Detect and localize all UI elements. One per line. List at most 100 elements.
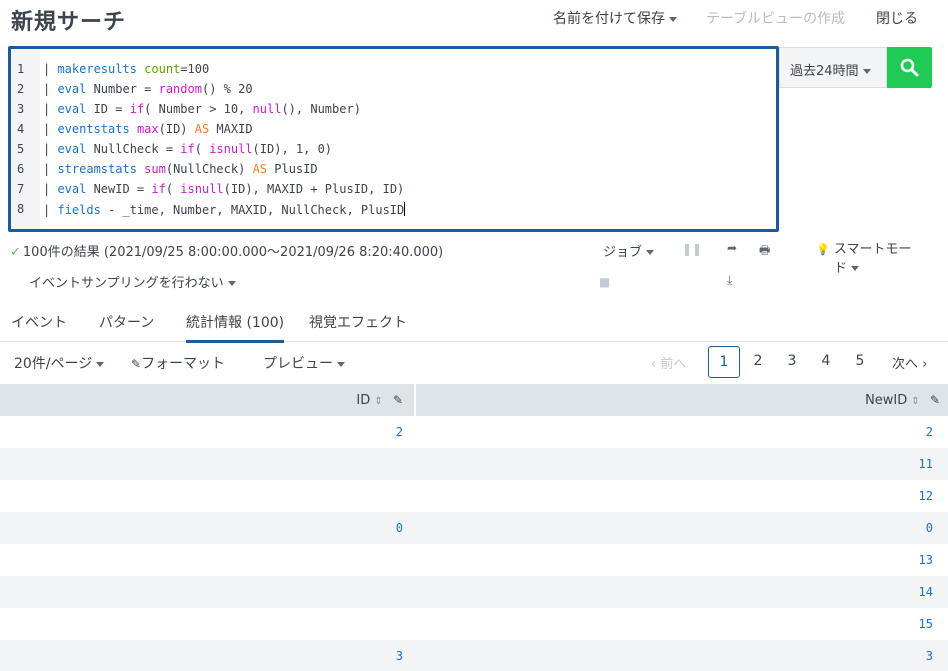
- cell-newid[interactable]: 13: [919, 544, 933, 576]
- code-token: (ID): [158, 122, 195, 136]
- caret-down-icon: [862, 69, 871, 74]
- cell-newid[interactable]: 2: [926, 416, 933, 448]
- per-page-label: 20件/ページ: [14, 356, 93, 372]
- code-token: (NullCheck): [165, 162, 253, 176]
- sort-icon[interactable]: ⇕: [911, 396, 919, 407]
- save-as-menu[interactable]: 名前を付けて保存: [553, 8, 677, 28]
- code-token: if: [180, 142, 195, 156]
- event-sampling-menu[interactable]: イベントサンプリングを行わない: [29, 272, 236, 291]
- line-number: 1: [17, 62, 25, 76]
- code-token: streamstats: [57, 162, 137, 176]
- save-as-label: 名前を付けて保存: [553, 11, 665, 27]
- code-token: eval: [57, 102, 87, 116]
- code-line[interactable]: | eval Number = random() % 20: [43, 82, 253, 96]
- code-token: AS: [252, 162, 268, 176]
- table-row: 12: [0, 480, 948, 512]
- stop-icon[interactable]: ■: [599, 275, 610, 289]
- pause-icon[interactable]: ❚❚: [682, 242, 702, 256]
- code-token: Number =: [86, 82, 159, 96]
- code-token: |: [43, 122, 58, 136]
- pencil-icon[interactable]: ✎: [393, 393, 403, 407]
- code-line[interactable]: | streamstats sum(NullCheck) AS PlusID: [43, 162, 318, 176]
- column-header-id[interactable]: ID ⇕ ✎: [356, 384, 403, 416]
- cell-id[interactable]: 2: [396, 416, 403, 448]
- sort-icon[interactable]: ⇕: [374, 396, 382, 407]
- line-number: 7: [17, 182, 25, 196]
- code-token: (ID), MAXID + PlusID, ID): [223, 182, 405, 196]
- preview-menu[interactable]: プレビュー: [263, 353, 345, 373]
- result-status: ✓ 100件の結果 (2021/09/25 8:00:00.000〜2021/09…: [10, 241, 443, 260]
- column-divider[interactable]: [414, 384, 416, 416]
- cell-newid[interactable]: 11: [919, 448, 933, 480]
- code-line[interactable]: | eval ID = if( Number > 10, null(), Num…: [43, 102, 361, 116]
- code-token: |: [43, 162, 58, 176]
- caret-down-icon: [646, 250, 655, 255]
- code-line[interactable]: | eval NullCheck = if( isnull(ID), 1, 0): [43, 142, 332, 156]
- code-token: |: [43, 82, 58, 96]
- cell-newid[interactable]: 15: [919, 608, 933, 640]
- export-icon[interactable]: ⤓: [727, 273, 732, 288]
- caret-down-icon: [851, 266, 860, 271]
- code-token: eventstats: [57, 122, 130, 136]
- caret-down-icon: [227, 281, 236, 286]
- code-token: random: [158, 82, 202, 96]
- tab-statistics[interactable]: 統計情報 (100): [186, 312, 285, 343]
- code-token: MAXID: [209, 122, 253, 136]
- tab-events[interactable]: イベント: [11, 312, 67, 332]
- chevron-right-icon: ›: [918, 357, 928, 372]
- code-line[interactable]: | fields - _time, Number, MAXID, NullChe…: [43, 202, 406, 217]
- code-line[interactable]: | makeresults count=100: [43, 62, 209, 76]
- page-button-1[interactable]: 1: [708, 346, 740, 378]
- code-token: |: [43, 102, 58, 116]
- page-button-5[interactable]: 5: [844, 346, 876, 378]
- code-token: null: [252, 102, 282, 116]
- smart-mode-menu[interactable]: 💡 スマートモー ド: [816, 240, 926, 278]
- close-button[interactable]: 閉じる: [876, 8, 918, 28]
- table-header: ID ⇕ ✎ NewID ⇕ ✎: [0, 384, 948, 416]
- code-token: PlusID: [267, 162, 318, 176]
- code-line[interactable]: | eval NewID = if( isnull(ID), MAXID + P…: [43, 182, 404, 196]
- event-sampling-label: イベントサンプリングを行わない: [29, 276, 224, 291]
- code-token: if: [129, 102, 145, 116]
- create-table-view-button[interactable]: テーブルビューの作成: [706, 8, 845, 28]
- cell-newid[interactable]: 14: [919, 576, 933, 608]
- line-number: 4: [17, 122, 25, 136]
- page-button-3[interactable]: 3: [776, 346, 808, 378]
- prev-page-button[interactable]: ‹ 前へ: [651, 353, 686, 372]
- format-menu[interactable]: ✎フォーマット: [131, 353, 225, 373]
- results-tabs: イベント パターン 統計情報 (100) 視覚エフェクト: [0, 302, 948, 343]
- page-button-2[interactable]: 2: [742, 346, 774, 378]
- table-row: 13: [0, 544, 948, 576]
- check-icon: ✓: [10, 245, 21, 260]
- page-button-4[interactable]: 4: [810, 346, 842, 378]
- search-editor[interactable]: 12345678 | makeresults count=100 | eval N…: [8, 46, 779, 232]
- page-title: 新規サーチ: [11, 10, 127, 35]
- tab-patterns[interactable]: パターン: [99, 312, 154, 332]
- code-token: ( Number > 10,: [144, 102, 253, 116]
- print-icon[interactable]: 🖶: [759, 241, 770, 262]
- job-menu[interactable]: ジョブ: [603, 241, 655, 260]
- cell-newid[interactable]: 0: [926, 512, 933, 544]
- tab-visualization[interactable]: 視覚エフェクト: [309, 312, 407, 332]
- cell-newid[interactable]: 12: [919, 480, 933, 512]
- time-range-picker[interactable]: 過去24時間: [779, 47, 887, 88]
- column-header-newid[interactable]: NewID ⇕ ✎: [865, 384, 940, 416]
- cell-newid[interactable]: 3: [926, 640, 933, 671]
- code-token: |: [43, 62, 58, 76]
- pencil-icon: ✎: [131, 357, 142, 371]
- cell-id[interactable]: 3: [396, 640, 403, 671]
- code-token: |: [43, 182, 58, 196]
- code-line[interactable]: | eventstats max(ID) AS MAXID: [43, 122, 253, 136]
- pencil-icon[interactable]: ✎: [930, 393, 940, 407]
- search-button[interactable]: [887, 47, 932, 88]
- code-token: eval: [57, 182, 87, 196]
- code-token: eval: [57, 142, 87, 156]
- code-token: (: [194, 142, 210, 156]
- line-number-gutter: 1 2 3 4 5 6 7 8: [11, 49, 40, 229]
- share-icon[interactable]: ➦: [727, 241, 737, 255]
- per-page-menu[interactable]: 20件/ページ: [14, 353, 105, 373]
- results-table: ID ⇕ ✎ NewID ⇕ ✎ 2 2 11 12 0 0 13 14 15 3 3: [0, 384, 948, 671]
- next-page-button[interactable]: 次へ ›: [892, 353, 927, 372]
- cell-id[interactable]: 0: [396, 512, 403, 544]
- line-number: 2: [17, 82, 25, 96]
